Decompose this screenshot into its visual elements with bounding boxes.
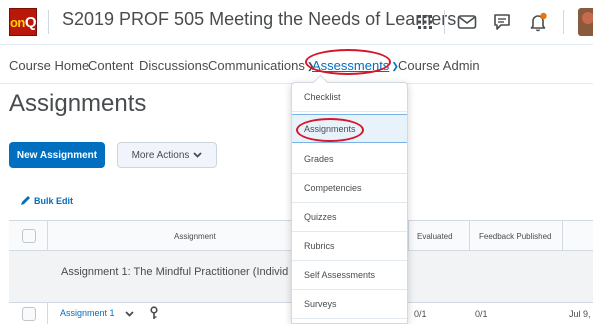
nav-communications-label: Communications [208, 58, 305, 73]
avatar[interactable] [578, 8, 593, 36]
column-header-evaluated[interactable]: Evaluated [417, 232, 453, 241]
more-actions-button[interactable]: More Actions [117, 142, 217, 168]
more-actions-label: More Actions [131, 149, 190, 161]
chat-icon[interactable] [490, 10, 514, 34]
header-divider [444, 10, 445, 34]
menu-item-self-assessments[interactable]: Self Assessments [292, 261, 407, 290]
chevron-down-icon[interactable] [125, 311, 134, 317]
column-header-assignment[interactable]: Assignment [174, 232, 216, 241]
column-divider [562, 221, 563, 251]
page-title: Assignments [9, 90, 147, 117]
annotation-circle [296, 118, 364, 142]
header-divider [48, 10, 49, 34]
bulk-edit-label: Bulk Edit [34, 195, 74, 206]
nav-discussions[interactable]: Discussions [139, 58, 208, 73]
nav-course-home[interactable]: Course Home [9, 58, 89, 73]
menu-item-quizzes[interactable]: Quizzes [292, 203, 407, 232]
bulk-edit-link[interactable]: Bulk Edit [20, 195, 73, 206]
row-checkbox[interactable] [22, 307, 36, 321]
menu-item-competencies[interactable]: Competencies [292, 174, 407, 203]
header-divider [563, 10, 564, 34]
select-all-checkbox[interactable] [22, 229, 36, 243]
column-divider [469, 221, 470, 251]
bell-icon[interactable] [526, 10, 550, 34]
menu-item-checklist[interactable]: Checklist [292, 83, 407, 112]
course-navbar: Course Home Content Discussions Communic… [0, 44, 593, 84]
nav-content[interactable]: Content [88, 58, 134, 73]
menu-item-grades[interactable]: Grades [292, 145, 407, 174]
notification-badge [540, 12, 547, 20]
key-icon [150, 306, 158, 319]
nav-course-admin[interactable]: Course Admin [398, 58, 480, 73]
waffle-icon[interactable] [413, 10, 437, 34]
category-label: Assignment 1: The Mindful Practitioner (… [61, 266, 289, 278]
mail-icon[interactable] [455, 10, 479, 34]
pencil-icon [21, 196, 30, 205]
chevron-down-icon [193, 152, 203, 158]
annotation-circle [305, 49, 391, 75]
due-date-value: Jul 9, [569, 309, 591, 319]
menu-item-surveys[interactable]: Surveys [292, 290, 407, 319]
nav-communications[interactable]: Communications ❯ [208, 58, 314, 73]
logo-text-on: on [9, 14, 25, 30]
evaluated-value: 0/1 [414, 309, 427, 319]
assignment-link[interactable]: Assignment 1 [60, 308, 115, 318]
assessments-dropdown-menu: Checklist Assignments Grades Competencie… [291, 82, 408, 324]
feedback-value: 0/1 [475, 309, 488, 319]
column-divider [408, 221, 409, 251]
column-header-feedback[interactable]: Feedback Published [479, 232, 552, 241]
logo-text-q: Q [24, 13, 37, 31]
menu-item-rubrics[interactable]: Rubrics [292, 232, 407, 261]
new-assignment-button[interactable]: New Assignment [9, 142, 105, 168]
onq-logo[interactable]: on Q [9, 8, 37, 36]
top-header: on Q S2019 PROF 505 Meeting the Needs of … [0, 0, 593, 44]
course-title[interactable]: S2019 PROF 505 Meeting the Needs of Lear… [62, 9, 456, 30]
